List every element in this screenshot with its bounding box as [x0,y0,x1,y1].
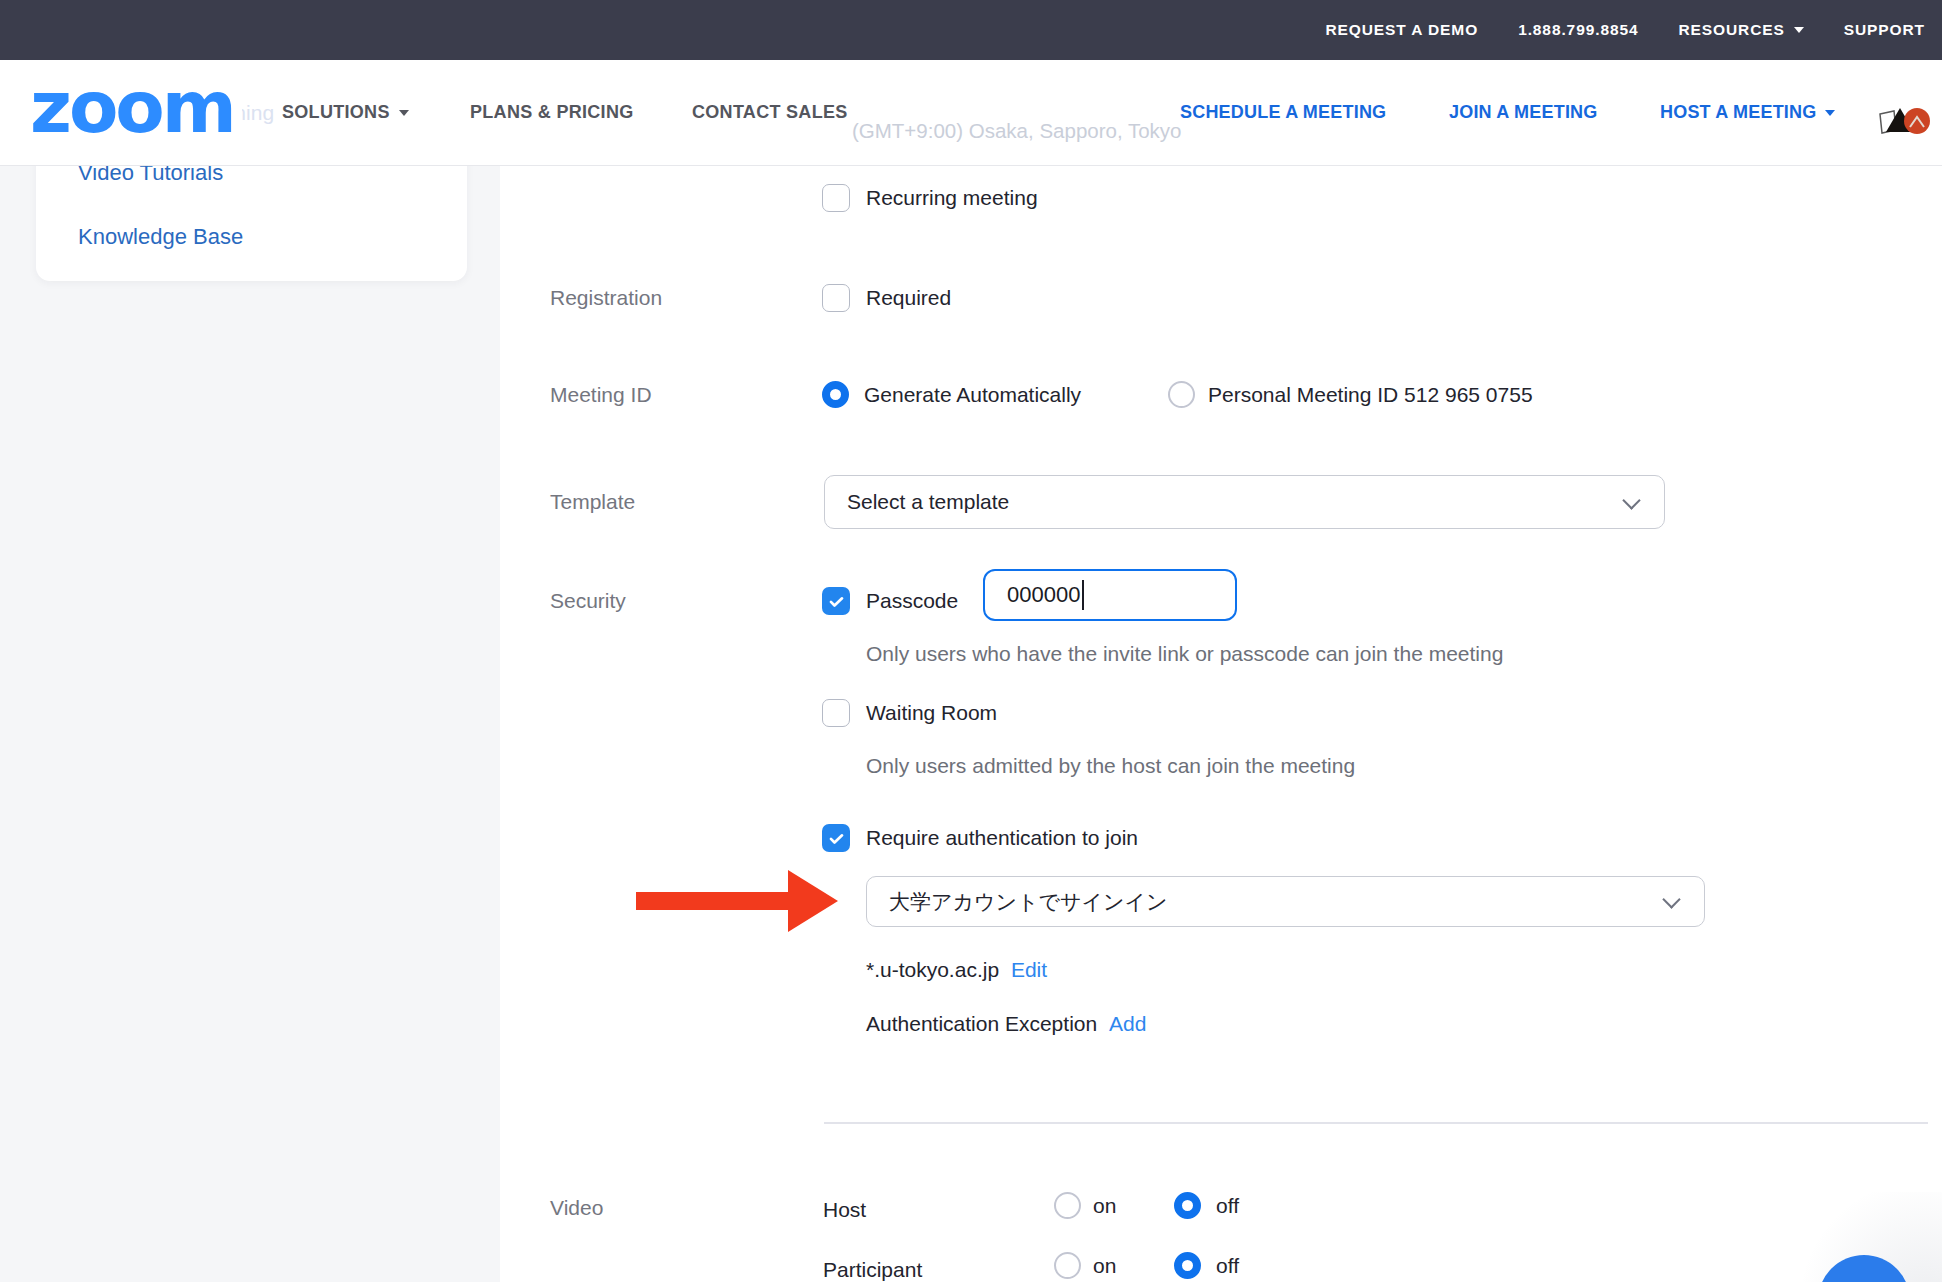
caret-down-icon [399,110,409,116]
meeting-id-generate-radio[interactable] [822,381,849,408]
registration-label: Registration [550,285,662,311]
nav-host-meeting[interactable]: HOST A MEETING [1660,102,1835,123]
text-cursor [1082,580,1084,610]
video-participant-on-radio[interactable] [1054,1252,1081,1279]
caret-down-icon [1825,110,1835,116]
video-host-on-label: on [1093,1193,1116,1219]
chevron-down-icon [1622,491,1640,509]
video-label: Video [550,1195,603,1221]
auth-domain-edit-link[interactable]: Edit [1011,958,1047,981]
nav-schedule-meeting[interactable]: SCHEDULE A MEETING [1180,102,1386,123]
video-participant-off-label: off [1216,1253,1239,1279]
video-participant-off-radio[interactable] [1174,1252,1201,1279]
section-divider [824,1122,1928,1124]
support-link[interactable]: SUPPORT [1844,21,1925,39]
chevron-down-icon [1662,890,1680,908]
auth-exception-label: Authentication Exception [866,1012,1097,1035]
video-participant-label: Participant [823,1257,922,1282]
video-host-on-radio[interactable] [1054,1192,1081,1219]
resources-menu[interactable]: RESOURCES [1678,21,1803,39]
sidebar-item-knowledge-base[interactable]: Knowledge Base [78,224,243,250]
profile-avatar[interactable] [1878,104,1932,140]
auth-method-select[interactable]: 大学アカウントでサインイン [866,876,1705,927]
registration-required-checkbox[interactable] [822,284,850,312]
nav-plans-pricing[interactable]: PLANS & PRICING [470,102,634,123]
template-select-value: Select a template [825,490,1009,514]
nav-contact-sales[interactable]: CONTACT SALES [692,102,848,123]
passcode-value: 000000 [1007,582,1080,608]
auth-domain-row: *.u-tokyo.ac.jp Edit [866,957,1047,983]
video-host-off-label: off [1216,1193,1239,1219]
waiting-room-label: Waiting Room [866,700,997,726]
auth-exception-add-link[interactable]: Add [1109,1012,1146,1035]
meeting-id-generate-label: Generate Automatically [864,382,1081,408]
passcode-help-text: Only users who have the invite link or p… [866,641,1503,667]
passcode-input[interactable]: 000000 [983,569,1237,621]
passcode-checkbox[interactable] [822,587,850,615]
nav-solutions[interactable]: SOLUTIONS [282,102,409,123]
waiting-room-help-text: Only users admitted by the host can join… [866,753,1355,779]
recurring-meeting-checkbox[interactable] [822,184,850,212]
require-auth-checkbox[interactable] [822,824,850,852]
nav-host-meeting-label: HOST A MEETING [1660,102,1816,122]
video-participant-on-label: on [1093,1253,1116,1279]
check-icon [827,829,846,848]
video-host-off-radio[interactable] [1174,1192,1201,1219]
request-demo-link[interactable]: REQUEST A DEMO [1325,21,1478,39]
check-icon [827,592,846,611]
video-host-label: Host [823,1197,866,1223]
template-select[interactable]: Select a template [824,475,1665,529]
ghost-timezone-text: (GMT+9:00) Osaka, Sapporo, Tokyo [852,119,1181,143]
red-arrow-annotation [636,892,788,910]
waiting-room-checkbox[interactable] [822,699,850,727]
meeting-id-personal-label: Personal Meeting ID 512 965 0755 [1208,382,1533,408]
security-label: Security [550,588,626,614]
meeting-id-personal-radio[interactable] [1168,381,1195,408]
red-arrow-head [788,870,838,932]
meeting-id-label: Meeting ID [550,382,652,408]
auth-method-select-value: 大学アカウントでサインイン [867,888,1167,916]
nav-join-meeting[interactable]: JOIN A MEETING [1449,102,1597,123]
resources-label: RESOURCES [1678,21,1784,38]
recurring-meeting-label: Recurring meeting [866,185,1038,211]
require-auth-label: Require authentication to join [866,825,1138,851]
passcode-label: Passcode [866,588,958,614]
nav-solutions-label: SOLUTIONS [282,102,390,122]
registration-required-label: Required [866,285,951,311]
auth-domain-value: *.u-tokyo.ac.jp [866,958,999,981]
phone-number[interactable]: 1.888.799.8854 [1518,21,1638,39]
caret-down-icon [1794,27,1804,33]
top-utility-bar: REQUEST A DEMO 1.888.799.8854 RESOURCES … [0,0,1942,60]
zoom-logo[interactable]: zoom [30,73,242,141]
auth-exception-row: Authentication Exception Add [866,1011,1146,1037]
template-label: Template [550,489,635,515]
